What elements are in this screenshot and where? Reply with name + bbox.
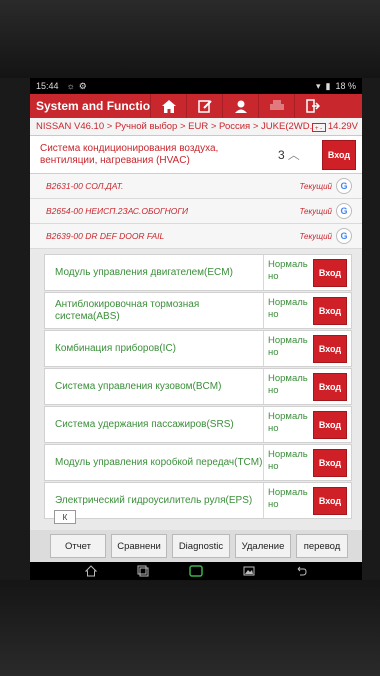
system-status: Нормаль но <box>263 255 309 290</box>
exit-button[interactable] <box>294 94 330 118</box>
system-status: Нормаль но <box>263 369 309 404</box>
enter-button[interactable]: Вход <box>313 448 347 477</box>
enter-button[interactable]: Вход <box>313 258 347 287</box>
screen: 15:44 ☼ ⚙ ▾ ▮ 18 % System and Function N… <box>30 78 362 580</box>
print-button[interactable] <box>258 94 294 118</box>
system-status: Нормаль но <box>263 483 309 518</box>
battery-icon: ▮ <box>325 80 331 91</box>
dtc-code: B2631-00 СОЛ.ДАТ. <box>46 181 124 191</box>
google-search-icon[interactable]: G <box>336 178 352 194</box>
system-row-abs[interactable]: Антиблокировочная тормозная система(ABS)… <box>44 292 352 329</box>
system-status: Нормаль но <box>263 293 309 328</box>
enter-button[interactable]: Вход <box>313 296 347 325</box>
enter-button[interactable]: Вход <box>322 139 356 170</box>
system-name: Модуль управления двигателем(ECM) <box>55 266 233 278</box>
dtc-count-toggle[interactable]: 3 ︿ <box>278 146 322 163</box>
recent-apps-icon[interactable] <box>137 565 149 577</box>
dtc-row: B2639-00 DR DEF DOOR FAIL Текущий G <box>30 224 362 249</box>
delete-button[interactable]: Удаление <box>235 534 291 558</box>
breadcrumb-path: NISSAN V46.10 > Ручной выбор > EUR > Рос… <box>36 121 312 132</box>
gallery-icon[interactable] <box>243 565 255 577</box>
user-button[interactable] <box>222 94 258 118</box>
breadcrumb: NISSAN V46.10 > Ручной выбор > EUR > Рос… <box>30 118 362 136</box>
compare-button[interactable]: Сравнени <box>111 534 167 558</box>
chevron-up-icon: ︿ <box>287 148 300 162</box>
dtc-state: Текущий <box>299 181 332 191</box>
google-search-icon[interactable]: G <box>336 228 352 244</box>
system-row-hvac[interactable]: Система кондиционирования воздуха, венти… <box>30 136 362 174</box>
system-row-ic[interactable]: Комбинация приборов(IC) Нормаль но Вход <box>44 330 352 367</box>
collapse-toggle[interactable]: К <box>54 510 76 524</box>
home-icon <box>161 99 176 113</box>
system-status: Нормаль но <box>263 407 309 442</box>
home-button[interactable] <box>150 94 186 118</box>
dtc-code: B2639-00 DR DEF DOOR FAIL <box>46 231 165 241</box>
diagnostic-button[interactable]: Diagnostic <box>172 534 230 558</box>
system-name: Модуль управления коробкой передач(TCM) <box>55 456 263 468</box>
edit-icon <box>197 100 212 113</box>
system-row-bcm[interactable]: Система управления кузовом(BCM) Нормаль … <box>44 368 352 405</box>
enter-button[interactable]: Вход <box>313 410 347 439</box>
enter-button[interactable]: Вход <box>313 372 347 401</box>
translate-button[interactable]: перевод <box>296 534 348 558</box>
system-status: Нормаль но <box>263 331 309 366</box>
google-search-icon[interactable]: G <box>336 203 352 219</box>
enter-button[interactable]: Вход <box>313 486 347 515</box>
tablet-bezel-top <box>0 0 380 78</box>
edit-button[interactable] <box>186 94 222 118</box>
dtc-code: B2654-00 НЕИСП.2ЗАС.ОБОГНОГИ <box>46 206 189 216</box>
tablet-bezel-bottom <box>0 580 380 676</box>
battery-level: 18 % <box>335 81 356 91</box>
vehicle-voltage: + - 14.29V <box>311 121 362 132</box>
bottom-action-bar: Отчет Сравнени Diagnostic Удаление перев… <box>30 530 362 562</box>
system-row-srs[interactable]: Система удержания пассажиров(SRS) Нормал… <box>44 406 352 443</box>
system-name: Электрический гидроусилитель руля(EPS) <box>55 494 253 506</box>
car-battery-icon: + - <box>311 122 326 132</box>
system-name: Система удержания пассажиров(SRS) <box>55 418 234 430</box>
dtc-count: 3 <box>278 147 285 162</box>
back-icon[interactable] <box>295 565 307 577</box>
clock: 15:44 <box>36 81 59 91</box>
system-status: Нормаль но <box>263 445 309 480</box>
system-row-eps[interactable]: Электрический гидроусилитель руля(EPS) Н… <box>44 482 352 519</box>
system-row-tcm[interactable]: Модуль управления коробкой передач(TCM) … <box>44 444 352 481</box>
wifi-icon: ▾ <box>316 80 321 91</box>
launcher-icon[interactable] <box>189 565 203 577</box>
system-name: Антиблокировочная тормозная система(ABS) <box>55 298 200 322</box>
report-button[interactable]: Отчет <box>50 534 106 558</box>
nav-home-icon[interactable] <box>85 565 97 577</box>
top-toolbar: System and Function <box>30 94 362 118</box>
svg-text:+ -: + - <box>315 126 322 132</box>
dtc-state: Текущий <box>299 231 332 241</box>
dtc-row: B2631-00 СОЛ.ДАТ. Текущий G <box>30 174 362 199</box>
dtc-row: B2654-00 НЕИСП.2ЗАС.ОБОГНОГИ Текущий G <box>30 199 362 224</box>
exit-icon <box>305 99 320 113</box>
settings-icon: ☼ <box>66 81 75 91</box>
enter-button[interactable]: Вход <box>313 334 347 363</box>
print-icon <box>269 100 284 110</box>
system-name: Система кондиционирования воздуха, венти… <box>40 142 219 166</box>
page-title: System and Function <box>36 99 150 113</box>
dtc-state: Текущий <box>299 206 332 216</box>
system-name: Комбинация приборов(IC) <box>55 342 177 354</box>
status-bar: 15:44 ☼ ⚙ ▾ ▮ 18 % <box>30 78 362 94</box>
system-row-ecm[interactable]: Модуль управления двигателем(ECM) Нормал… <box>44 254 352 291</box>
voltage-readout: 14.29V <box>327 121 358 132</box>
system-navigation-bar <box>30 562 362 580</box>
user-icon <box>234 100 247 113</box>
usb-icon: ⚙ <box>78 80 87 91</box>
system-name: Система управления кузовом(BCM) <box>55 380 222 392</box>
